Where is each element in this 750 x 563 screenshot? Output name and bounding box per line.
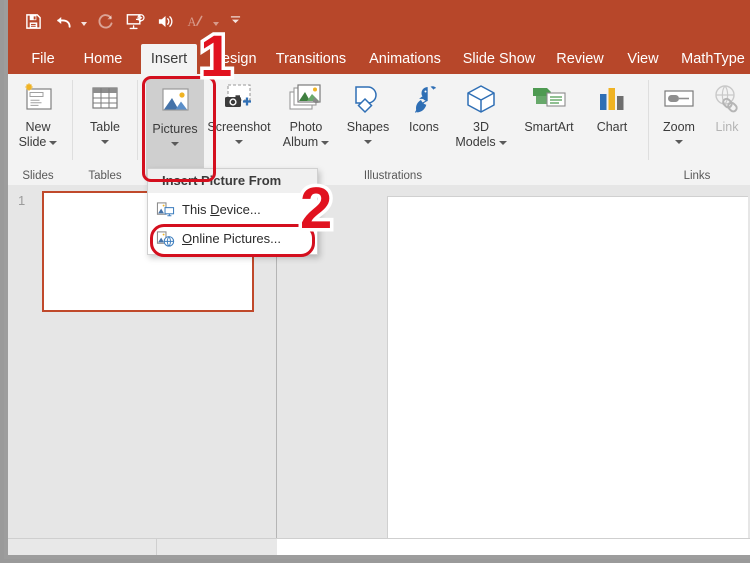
device-picture-icon bbox=[148, 201, 182, 219]
photo-album-icon bbox=[287, 78, 325, 120]
smartart-label: SmartArt bbox=[524, 120, 574, 134]
chart-button[interactable]: Chart bbox=[584, 78, 640, 135]
zoom-caret-icon[interactable] bbox=[675, 140, 683, 144]
audio-icon[interactable] bbox=[150, 7, 180, 35]
title-bar: A bbox=[4, 0, 750, 44]
icons-icon bbox=[406, 78, 442, 120]
link-icon bbox=[710, 78, 744, 120]
photo-album-caret-icon[interactable] bbox=[321, 140, 330, 145]
shapes-button[interactable]: Shapes bbox=[338, 78, 398, 144]
window-bottom-edge bbox=[4, 555, 750, 559]
new-slide-caret-icon[interactable] bbox=[49, 140, 58, 145]
table-button[interactable]: Table bbox=[83, 78, 127, 144]
undo-dropdown-caret-icon[interactable] bbox=[78, 7, 90, 35]
new-slide-button[interactable]: New Slide bbox=[12, 78, 64, 150]
workspace: 1 bbox=[4, 185, 750, 559]
save-icon[interactable] bbox=[18, 7, 48, 35]
tab-review[interactable]: Review bbox=[553, 44, 607, 74]
step-2-marker: 2 2 bbox=[296, 176, 335, 241]
shapes-icon bbox=[349, 78, 387, 120]
menu-item-this-device[interactable]: This Device... bbox=[148, 195, 317, 224]
3d-models-label-line1: 3D bbox=[473, 120, 489, 134]
menu-item-this-device-label: This Device... bbox=[182, 202, 261, 217]
link-label: Link bbox=[715, 120, 739, 134]
ribbon: New Slide Slides Table Tables Pictures S… bbox=[4, 74, 750, 186]
tab-animations[interactable]: Animations bbox=[363, 44, 447, 74]
3d-models-caret-icon[interactable] bbox=[498, 140, 507, 145]
3d-models-label-line2: Models bbox=[455, 135, 507, 150]
photo-album-button[interactable]: Photo Album bbox=[276, 78, 336, 150]
tab-home[interactable]: Home bbox=[78, 44, 128, 74]
menu-item-online-pictures-label: Online Pictures... bbox=[182, 231, 281, 246]
tab-transitions[interactable]: Transitions bbox=[273, 44, 349, 74]
zoom-label: Zoom bbox=[663, 120, 695, 134]
smartart-icon bbox=[529, 78, 569, 120]
group-label-links: Links bbox=[683, 170, 711, 182]
photo-album-label-line2: Album bbox=[283, 135, 330, 150]
group-label-slides: Slides bbox=[22, 170, 54, 182]
zoom-icon bbox=[661, 78, 697, 120]
table-caret-icon[interactable] bbox=[101, 140, 109, 144]
powerpoint-window: A File Home Insert Design Transitions An… bbox=[0, 0, 750, 563]
insert-picture-menu: Insert Picture From This Device... Onlin… bbox=[147, 168, 318, 255]
table-icon bbox=[88, 78, 122, 120]
shapes-caret-icon[interactable] bbox=[364, 140, 372, 144]
chart-icon bbox=[595, 78, 629, 120]
icons-label: Icons bbox=[409, 120, 439, 134]
slide-edit-pane bbox=[277, 185, 750, 559]
chart-label: Chart bbox=[596, 120, 628, 134]
shapes-label: Shapes bbox=[346, 120, 390, 134]
pictures-label: Pictures bbox=[152, 122, 198, 136]
slide-canvas[interactable] bbox=[387, 196, 748, 556]
screenshot-caret-icon[interactable] bbox=[235, 140, 243, 144]
smartart-button[interactable]: SmartArt bbox=[514, 78, 584, 135]
slide-number-label: 1 bbox=[18, 193, 26, 208]
ribbon-group-tables: Table Tables bbox=[73, 74, 137, 185]
link-button[interactable]: Link bbox=[705, 78, 749, 135]
pictures-button[interactable]: Pictures bbox=[146, 78, 204, 180]
start-from-beginning-icon[interactable] bbox=[120, 7, 150, 35]
tab-mathtype[interactable]: MathType bbox=[676, 44, 750, 74]
cube-3d-icon bbox=[463, 78, 499, 120]
tab-file[interactable]: File bbox=[24, 44, 62, 74]
tab-insert[interactable]: Insert bbox=[141, 44, 197, 74]
new-slide-label-line2: Slide bbox=[19, 135, 58, 150]
redo-icon[interactable] bbox=[90, 7, 120, 35]
step-1-marker: 1 1 bbox=[196, 24, 235, 89]
window-left-edge bbox=[4, 0, 8, 559]
screenshot-label: Screenshot bbox=[207, 120, 271, 134]
group-label-tables: Tables bbox=[88, 170, 122, 182]
zoom-button[interactable]: Zoom bbox=[653, 78, 705, 144]
icons-button[interactable]: Icons bbox=[400, 78, 448, 135]
new-slide-icon bbox=[20, 78, 56, 120]
menu-item-online-pictures[interactable]: Online Pictures... bbox=[148, 224, 317, 253]
new-slide-label-line1: New bbox=[25, 120, 51, 134]
photo-album-label-line1: Photo bbox=[289, 120, 323, 134]
menu-header: Insert Picture From bbox=[148, 169, 317, 193]
tab-view[interactable]: View bbox=[625, 44, 661, 74]
table-label: Table bbox=[90, 120, 120, 134]
pictures-icon bbox=[158, 80, 192, 122]
undo-icon[interactable] bbox=[48, 7, 78, 35]
3d-models-button[interactable]: 3D Models bbox=[448, 78, 514, 150]
svg-text:A: A bbox=[187, 14, 196, 28]
ribbon-group-links: Zoom Link Links bbox=[649, 74, 750, 185]
ribbon-group-slides: New Slide Slides bbox=[4, 74, 72, 185]
ribbon-tabs: File Home Insert Design Transitions Anim… bbox=[4, 44, 750, 74]
tab-slide-show[interactable]: Slide Show bbox=[459, 44, 539, 74]
online-picture-icon bbox=[148, 230, 182, 248]
pictures-caret-icon[interactable] bbox=[171, 142, 179, 146]
